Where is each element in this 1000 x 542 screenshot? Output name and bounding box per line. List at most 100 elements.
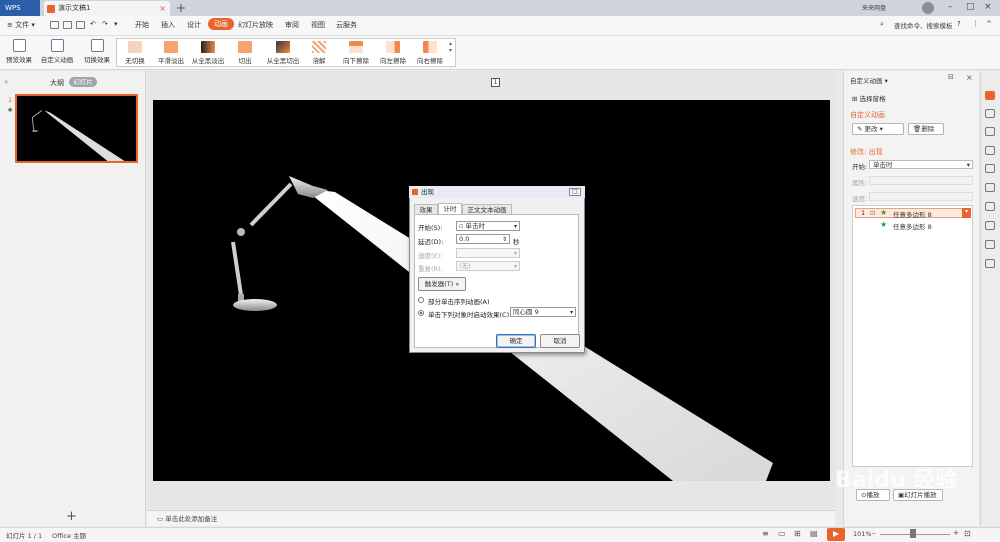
zoom-slider-handle[interactable] (910, 529, 916, 538)
fit-window-icon[interactable]: ⊡ (964, 529, 971, 538)
tab-timing[interactable]: 计时 (438, 203, 462, 214)
save-icon[interactable] (50, 21, 59, 29)
effect-wipe-down[interactable]: 向下擦除 (336, 41, 376, 65)
help-icon[interactable] (985, 259, 995, 268)
menu-start[interactable]: 开始 (135, 20, 149, 30)
menu-animation[interactable]: 动画 (208, 18, 234, 30)
item-dropdown-icon[interactable]: ▾ (962, 208, 971, 218)
maximize-icon[interactable]: □ (966, 2, 975, 12)
notes-toggle-icon[interactable]: ≡ (762, 529, 769, 538)
more-dropdown-icon[interactable]: ▾ (114, 20, 118, 28)
wps-home-tab[interactable]: WPS (0, 0, 40, 16)
minimize-icon[interactable]: – (948, 2, 953, 12)
sorter-view-icon[interactable]: ⊞ (794, 529, 801, 538)
slideshow-play-button[interactable] (827, 528, 845, 541)
normal-view-icon[interactable]: ▭ (778, 529, 786, 538)
radio-click-object[interactable] (418, 310, 424, 316)
speed-select[interactable]: ▾ (456, 248, 520, 258)
slide-layout-icon[interactable] (985, 109, 995, 118)
effect-cut[interactable]: 切出 (225, 41, 265, 65)
add-slide-button[interactable]: + (66, 509, 77, 524)
close-pane-icon[interactable]: × (966, 73, 973, 82)
gallery-scroll-icon[interactable]: ▴ ▾ (449, 40, 452, 54)
spinner-icon[interactable]: ⇕ (502, 235, 507, 244)
tab-effect[interactable]: 效果 (414, 204, 438, 214)
effect-fade-black[interactable]: 从全黑淡出 (188, 41, 228, 65)
effect-dissolve[interactable]: 溶解 (299, 41, 339, 65)
undo-icon[interactable]: ↶ (90, 20, 96, 28)
start-field[interactable]: 单击时 ▾ (869, 160, 973, 169)
history-icon[interactable] (985, 240, 995, 249)
close-tab-icon[interactable]: × (159, 1, 166, 16)
cancel-button[interactable]: 取消 (540, 334, 580, 348)
effect-none-swatch (128, 41, 142, 53)
redo-icon[interactable]: ↷ (102, 20, 108, 28)
delay-input[interactable]: 0.0 ⇕ (456, 234, 510, 244)
preview-icon[interactable] (76, 21, 85, 29)
pin-icon[interactable]: ⊟ (948, 73, 954, 81)
effect-dissolve-swatch (312, 41, 326, 53)
effect-fade-black-swatch (201, 41, 215, 53)
repeat-select[interactable]: (无) ▾ (456, 261, 520, 271)
file-menu[interactable]: ≡ 文件 ▾ (7, 20, 35, 30)
reading-view-icon[interactable]: ▤ (810, 529, 818, 538)
radio-partial-click[interactable] (418, 297, 424, 303)
tab-outline[interactable]: 大纲 (50, 78, 64, 88)
zoom-level[interactable]: 101% (853, 530, 872, 538)
delete-button[interactable]: 🗑删除 (908, 123, 944, 135)
lamp-base (233, 299, 277, 311)
trigger-button[interactable]: 触发器(T) » (418, 277, 466, 291)
slide-thumbnail[interactable] (15, 94, 138, 163)
zoom-out-icon[interactable]: – (872, 529, 876, 537)
template-icon[interactable] (985, 202, 995, 211)
search-command[interactable]: 查找命令、搜索模板 (894, 20, 953, 30)
start-select[interactable]: ▫ 单击时 ▾ (456, 221, 520, 231)
custom-animation-icon[interactable] (985, 91, 995, 100)
avatar[interactable] (922, 2, 934, 14)
preview-effect-button[interactable]: 预览效果 (5, 39, 33, 64)
user-name[interactable]: 来来网盘 (862, 3, 886, 12)
shapes-icon[interactable] (985, 127, 995, 136)
dialog-close-icon[interactable]: □ (569, 188, 581, 196)
print-icon[interactable] (63, 21, 72, 29)
document-icon[interactable] (985, 164, 995, 173)
custom-animation-button[interactable]: 自定义动画 (40, 39, 74, 64)
tab-text-animation[interactable]: 正文文本动画 (462, 204, 512, 214)
more-icon[interactable]: ⋮ (972, 20, 979, 28)
change-button[interactable]: ✎ 更改 ▾ (852, 123, 904, 135)
close-window-icon[interactable]: × (984, 2, 992, 12)
select-pane-link[interactable]: ⊞ 选择窗格 (852, 93, 886, 103)
notes-bar[interactable]: ▭ 单击此处添加备注 (147, 510, 835, 526)
trigger-object-select[interactable]: 同心圆 9 ▾ (510, 307, 576, 317)
share-icon[interactable] (985, 221, 995, 230)
document-tab[interactable]: 演示文稿1 × (44, 1, 170, 16)
menu-view[interactable]: 视图 (311, 20, 325, 30)
help-icon[interactable]: ? (957, 20, 961, 28)
menu-cloud[interactable]: 云服务 (336, 20, 357, 30)
transition-effect-button[interactable]: 切换效果 (82, 39, 112, 64)
effect-cut-black[interactable]: 从全黑切出 (263, 41, 303, 65)
effect-wipe-left[interactable]: 向左擦除 (373, 41, 413, 65)
effect-none[interactable]: 无切换 (115, 41, 155, 65)
settings-sliders-icon[interactable] (985, 146, 995, 155)
menu-slideshow[interactable]: 幻灯片放映 (238, 20, 273, 30)
double-chevron-icon: » (455, 280, 460, 288)
star-icon[interactable] (985, 183, 995, 192)
zoom-in-icon[interactable]: + (953, 529, 959, 537)
menu-design[interactable]: 设计 (187, 20, 201, 30)
effect-fade-smooth[interactable]: 平滑淡出 (151, 41, 191, 65)
tab-slides[interactable]: 幻灯片 (69, 77, 97, 87)
menu-review[interactable]: 审阅 (285, 20, 299, 30)
theme-name: Office 主题 (52, 532, 87, 540)
ok-button[interactable]: 确定 (496, 334, 536, 348)
search-icon[interactable]: ⌕ (880, 20, 884, 29)
collapse-panel-icon[interactable]: « (4, 78, 8, 86)
new-tab-button[interactable]: + (176, 1, 186, 15)
slide-number: 1 (8, 96, 13, 104)
property-field[interactable] (869, 176, 973, 185)
preview-effect-icon (12, 39, 26, 52)
effect-wipe-right[interactable]: 向右擦除 (410, 41, 450, 65)
collapse-ribbon-icon[interactable]: ^ (986, 20, 992, 28)
speed-field[interactable] (869, 192, 973, 201)
menu-insert[interactable]: 插入 (161, 20, 175, 30)
